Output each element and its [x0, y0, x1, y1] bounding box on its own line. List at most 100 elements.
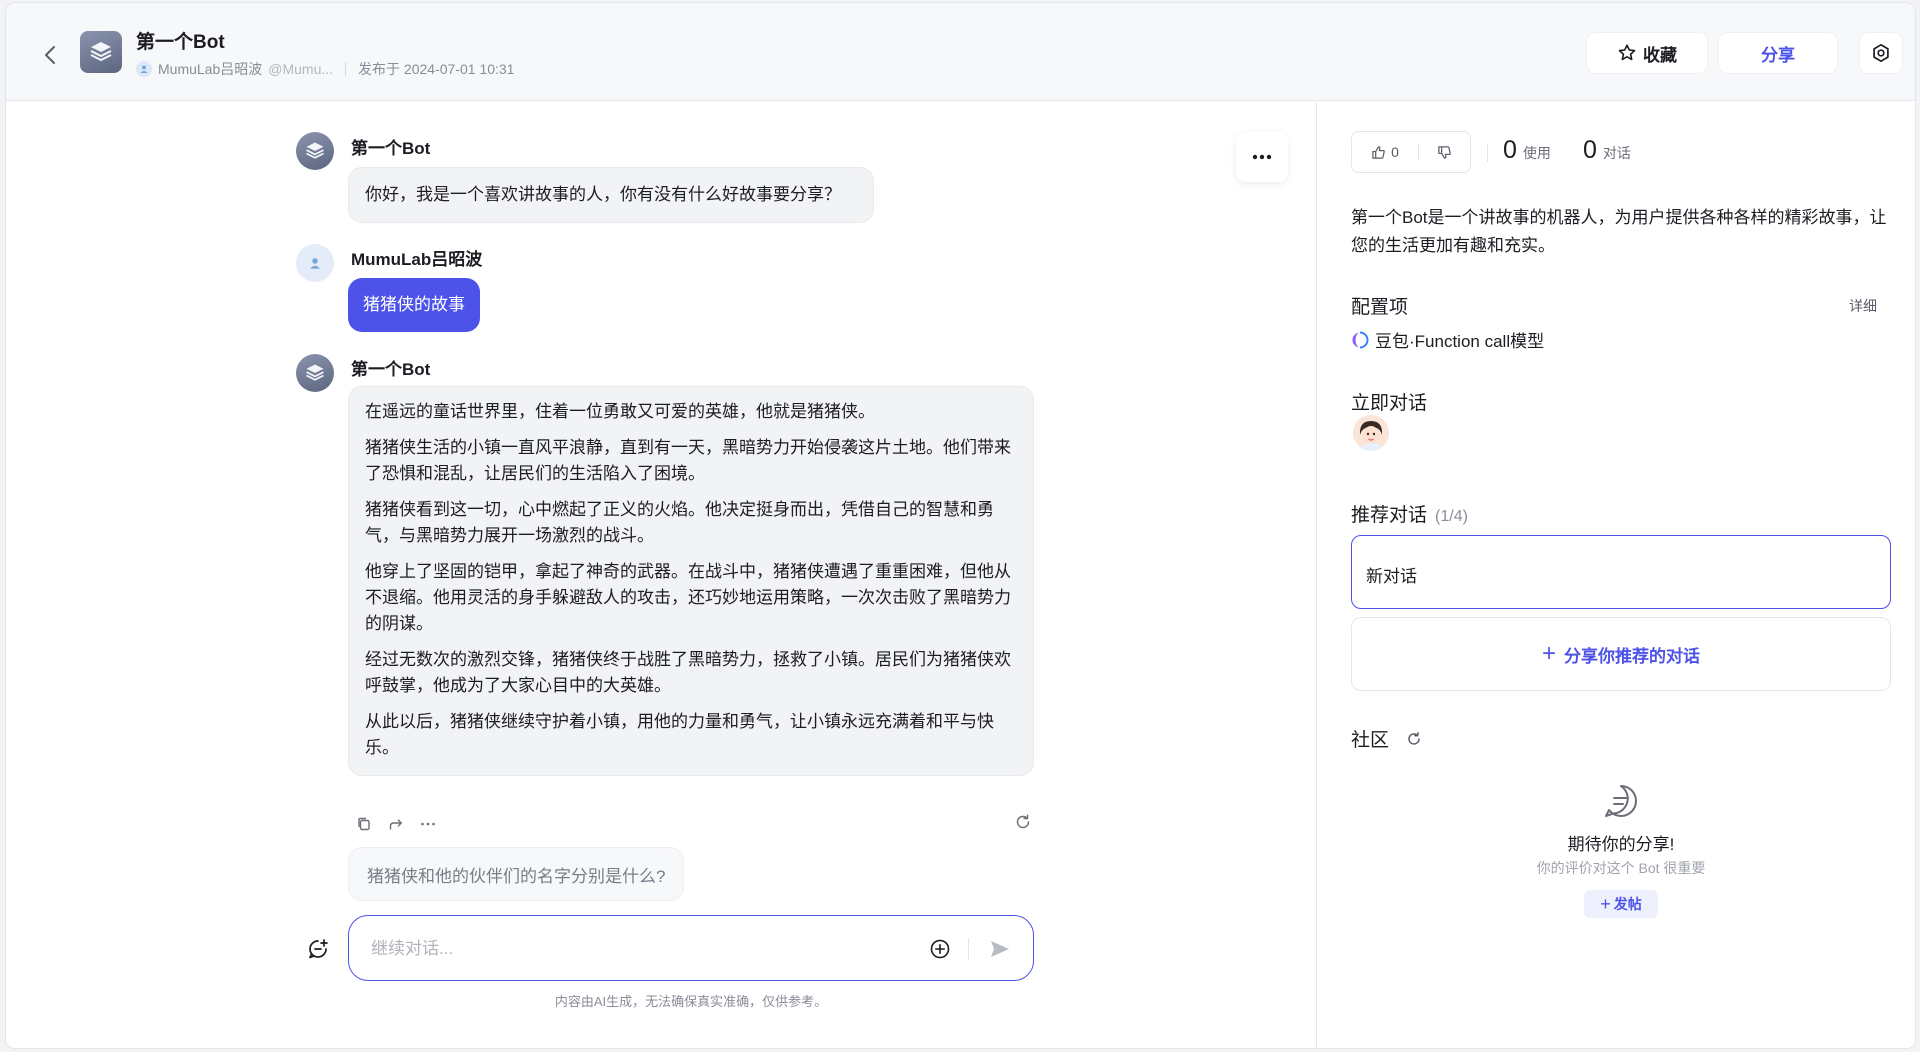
bot-description: 第一个Bot是一个讲故事的机器人，为用户提供各种各样的精彩故事，让您的生活更加有…	[1351, 208, 1887, 255]
stats-divider	[1487, 144, 1488, 162]
instant-chat-avatar[interactable]	[1353, 415, 1389, 451]
app-window: 第一个Bot MumuLab吕昭波 @Mumu... 发布于 2024-07-0…	[5, 2, 1916, 1049]
forward-button[interactable]	[382, 813, 410, 835]
conversation-stat: 0 对话	[1583, 136, 1631, 165]
community-empty-state: 期待你的分享! 你的评价对这个 Bot 很重要 + 发帖	[1351, 782, 1891, 918]
recommended-title: 推荐对话 (1/4)	[1351, 500, 1468, 527]
recommended-count: (1/4)	[1435, 508, 1468, 525]
bot-avatar	[80, 31, 122, 73]
usage-stat: 0 使用	[1503, 136, 1551, 165]
more-icon	[1252, 154, 1272, 160]
bot-greeting-message: 你好，我是一个喜欢讲故事的人，你有没有什么好故事要分享？	[348, 167, 874, 223]
like-count: 0	[1391, 144, 1399, 160]
model-icon	[1352, 331, 1369, 348]
post-label: 发帖	[1613, 896, 1642, 912]
add-circle-icon	[930, 939, 950, 959]
publish-time: 发布于 2024-07-01 10:31	[358, 61, 515, 77]
story-paragraph: 经过无数次的激烈交锋，猪猪侠终于战胜了黑暗势力，拯救了小镇。居民们为猪猪侠欢呼鼓…	[365, 650, 1011, 695]
bot-stack-icon	[306, 364, 324, 381]
recommended-conversation-item[interactable]: 新对话	[1351, 535, 1891, 609]
model-name: 豆包·Function call模型	[1375, 332, 1545, 351]
add-attachment-button[interactable]	[927, 936, 953, 962]
plus-icon: +	[1541, 640, 1556, 667]
author-handle: @Mumu...	[268, 61, 334, 77]
chat-input-box	[348, 915, 1034, 981]
author-avatar	[136, 61, 152, 77]
empty-title: 期待你的分享!	[1567, 835, 1675, 854]
back-icon	[45, 46, 55, 64]
bot-story-message: 在遥远的童话世界里，住着一位勇敢又可爱的英雄，他就是猪猪侠。 猪猪侠生活的小镇一…	[348, 386, 1034, 776]
dislike-button[interactable]	[1419, 132, 1470, 172]
user-icon	[310, 258, 320, 269]
conversation-label: 对话	[1602, 145, 1631, 161]
meta-divider	[345, 62, 347, 76]
story-paragraph: 他穿上了坚固的铠甲，拿起了神奇的武器。在战斗中，猪猪侠遭遇了重重困难，但他从不退…	[365, 562, 1011, 633]
character-avatar-icon	[1353, 415, 1389, 451]
thumbs-up-icon	[1372, 145, 1385, 159]
share-button[interactable]: 分享	[1719, 33, 1837, 73]
model-info: 豆包·Function call模型	[1351, 327, 1544, 352]
user-avatar-small	[296, 244, 334, 282]
settings-button[interactable]	[1860, 33, 1902, 73]
config-detail-link[interactable]: 详细	[1849, 296, 1877, 316]
post-button[interactable]: + 发帖	[1584, 890, 1658, 918]
rating-box: 0	[1351, 131, 1471, 173]
chat-bubble-icon	[1602, 782, 1640, 820]
bot-stack-icon	[306, 142, 324, 159]
input-divider	[968, 938, 969, 960]
bot-sender-name: 第一个Bot	[351, 360, 431, 379]
back-button[interactable]	[34, 39, 66, 71]
usage-label: 使用	[1522, 145, 1551, 161]
send-button[interactable]	[985, 934, 1015, 964]
author-name[interactable]: MumuLab吕昭波	[158, 59, 262, 79]
conversation-count: 0	[1583, 136, 1597, 164]
regenerate-icon	[1016, 814, 1030, 829]
bot-avatar-small	[296, 132, 334, 170]
message-more-button[interactable]	[414, 813, 442, 835]
refresh-icon	[1408, 731, 1420, 745]
chat-area: 第一个Bot 你好，我是一个喜欢讲故事的人，你有没有什么好故事要分享？ Mumu…	[6, 102, 1316, 1048]
community-header: 社区	[1351, 725, 1423, 752]
bot-meta: MumuLab吕昭波 @Mumu... 发布于 2024-07-01 10:31	[136, 59, 514, 79]
story-paragraph: 猪猪侠看到这一切，心中燃起了正义的火焰。他决定挺身而出，凭借自己的智慧和勇气，与…	[365, 500, 994, 545]
user-sender-name: MumuLab吕昭波	[351, 250, 483, 269]
ai-disclaimer: 内容由AI生成，无法确保真实准确，仅供参考。	[554, 994, 828, 1009]
like-button[interactable]: 0	[1352, 132, 1418, 172]
send-icon	[991, 941, 1009, 957]
bot-info-panel: 0 0 使用 0 对话 第一个Bot是一个讲故事的机器人，为用户提供各种各样的精…	[1316, 102, 1915, 1048]
community-title: 社区	[1351, 730, 1390, 751]
thumbs-down-icon	[1438, 145, 1451, 159]
share-recommended-label: 分享你推荐的对话	[1564, 646, 1700, 666]
new-chat-button[interactable]	[302, 933, 334, 965]
story-paragraph: 从此以后，猪猪侠继续守护着小镇，用他的力量和勇气，让小镇永远充满着和平与快乐。	[365, 712, 994, 757]
recommended-title-text: 推荐对话	[1351, 505, 1428, 526]
copy-icon	[358, 817, 370, 831]
new-chat-icon	[309, 939, 328, 959]
user-message: 猪猪侠的故事	[348, 278, 480, 332]
config-title: 配置项	[1351, 297, 1409, 318]
more-options-button[interactable]	[1236, 132, 1288, 182]
share-recommended-button[interactable]: + 分享你推荐的对话	[1351, 617, 1891, 691]
share-label: 分享	[1761, 45, 1795, 65]
header: 第一个Bot MumuLab吕昭波 @Mumu... 发布于 2024-07-0…	[6, 3, 1915, 101]
refresh-button[interactable]	[1405, 730, 1423, 748]
plus-icon: +	[1600, 894, 1611, 914]
bot-avatar-small	[296, 354, 334, 392]
empty-subtitle: 你的评价对这个 Bot 很重要	[1536, 860, 1706, 876]
bot-sender-name: 第一个Bot	[351, 139, 431, 158]
favorite-button[interactable]: 收藏	[1587, 33, 1707, 73]
ellipsis-icon	[421, 822, 435, 826]
page-title: 第一个Bot	[136, 32, 225, 53]
copy-button[interactable]	[350, 813, 378, 835]
favorite-label: 收藏	[1643, 45, 1677, 65]
suggested-question[interactable]: 猪猪侠和他的伙伴们的名字分别是什么?	[348, 847, 685, 901]
gear-icon	[1873, 43, 1889, 63]
message-actions	[350, 812, 1032, 836]
regenerate-button[interactable]	[1014, 813, 1032, 836]
user-icon	[140, 65, 148, 73]
story-paragraph: 在遥远的童话世界里，住着一位勇敢又可爱的英雄，他就是猪猪侠。	[365, 402, 875, 421]
story-paragraph: 猪猪侠生活的小镇一直风平浪静，直到有一天，黑暗势力开始侵袭这片土地。他们带来了恐…	[365, 438, 1011, 483]
chat-input[interactable]	[371, 934, 911, 964]
star-icon	[1618, 44, 1636, 61]
usage-count: 0	[1503, 136, 1517, 164]
